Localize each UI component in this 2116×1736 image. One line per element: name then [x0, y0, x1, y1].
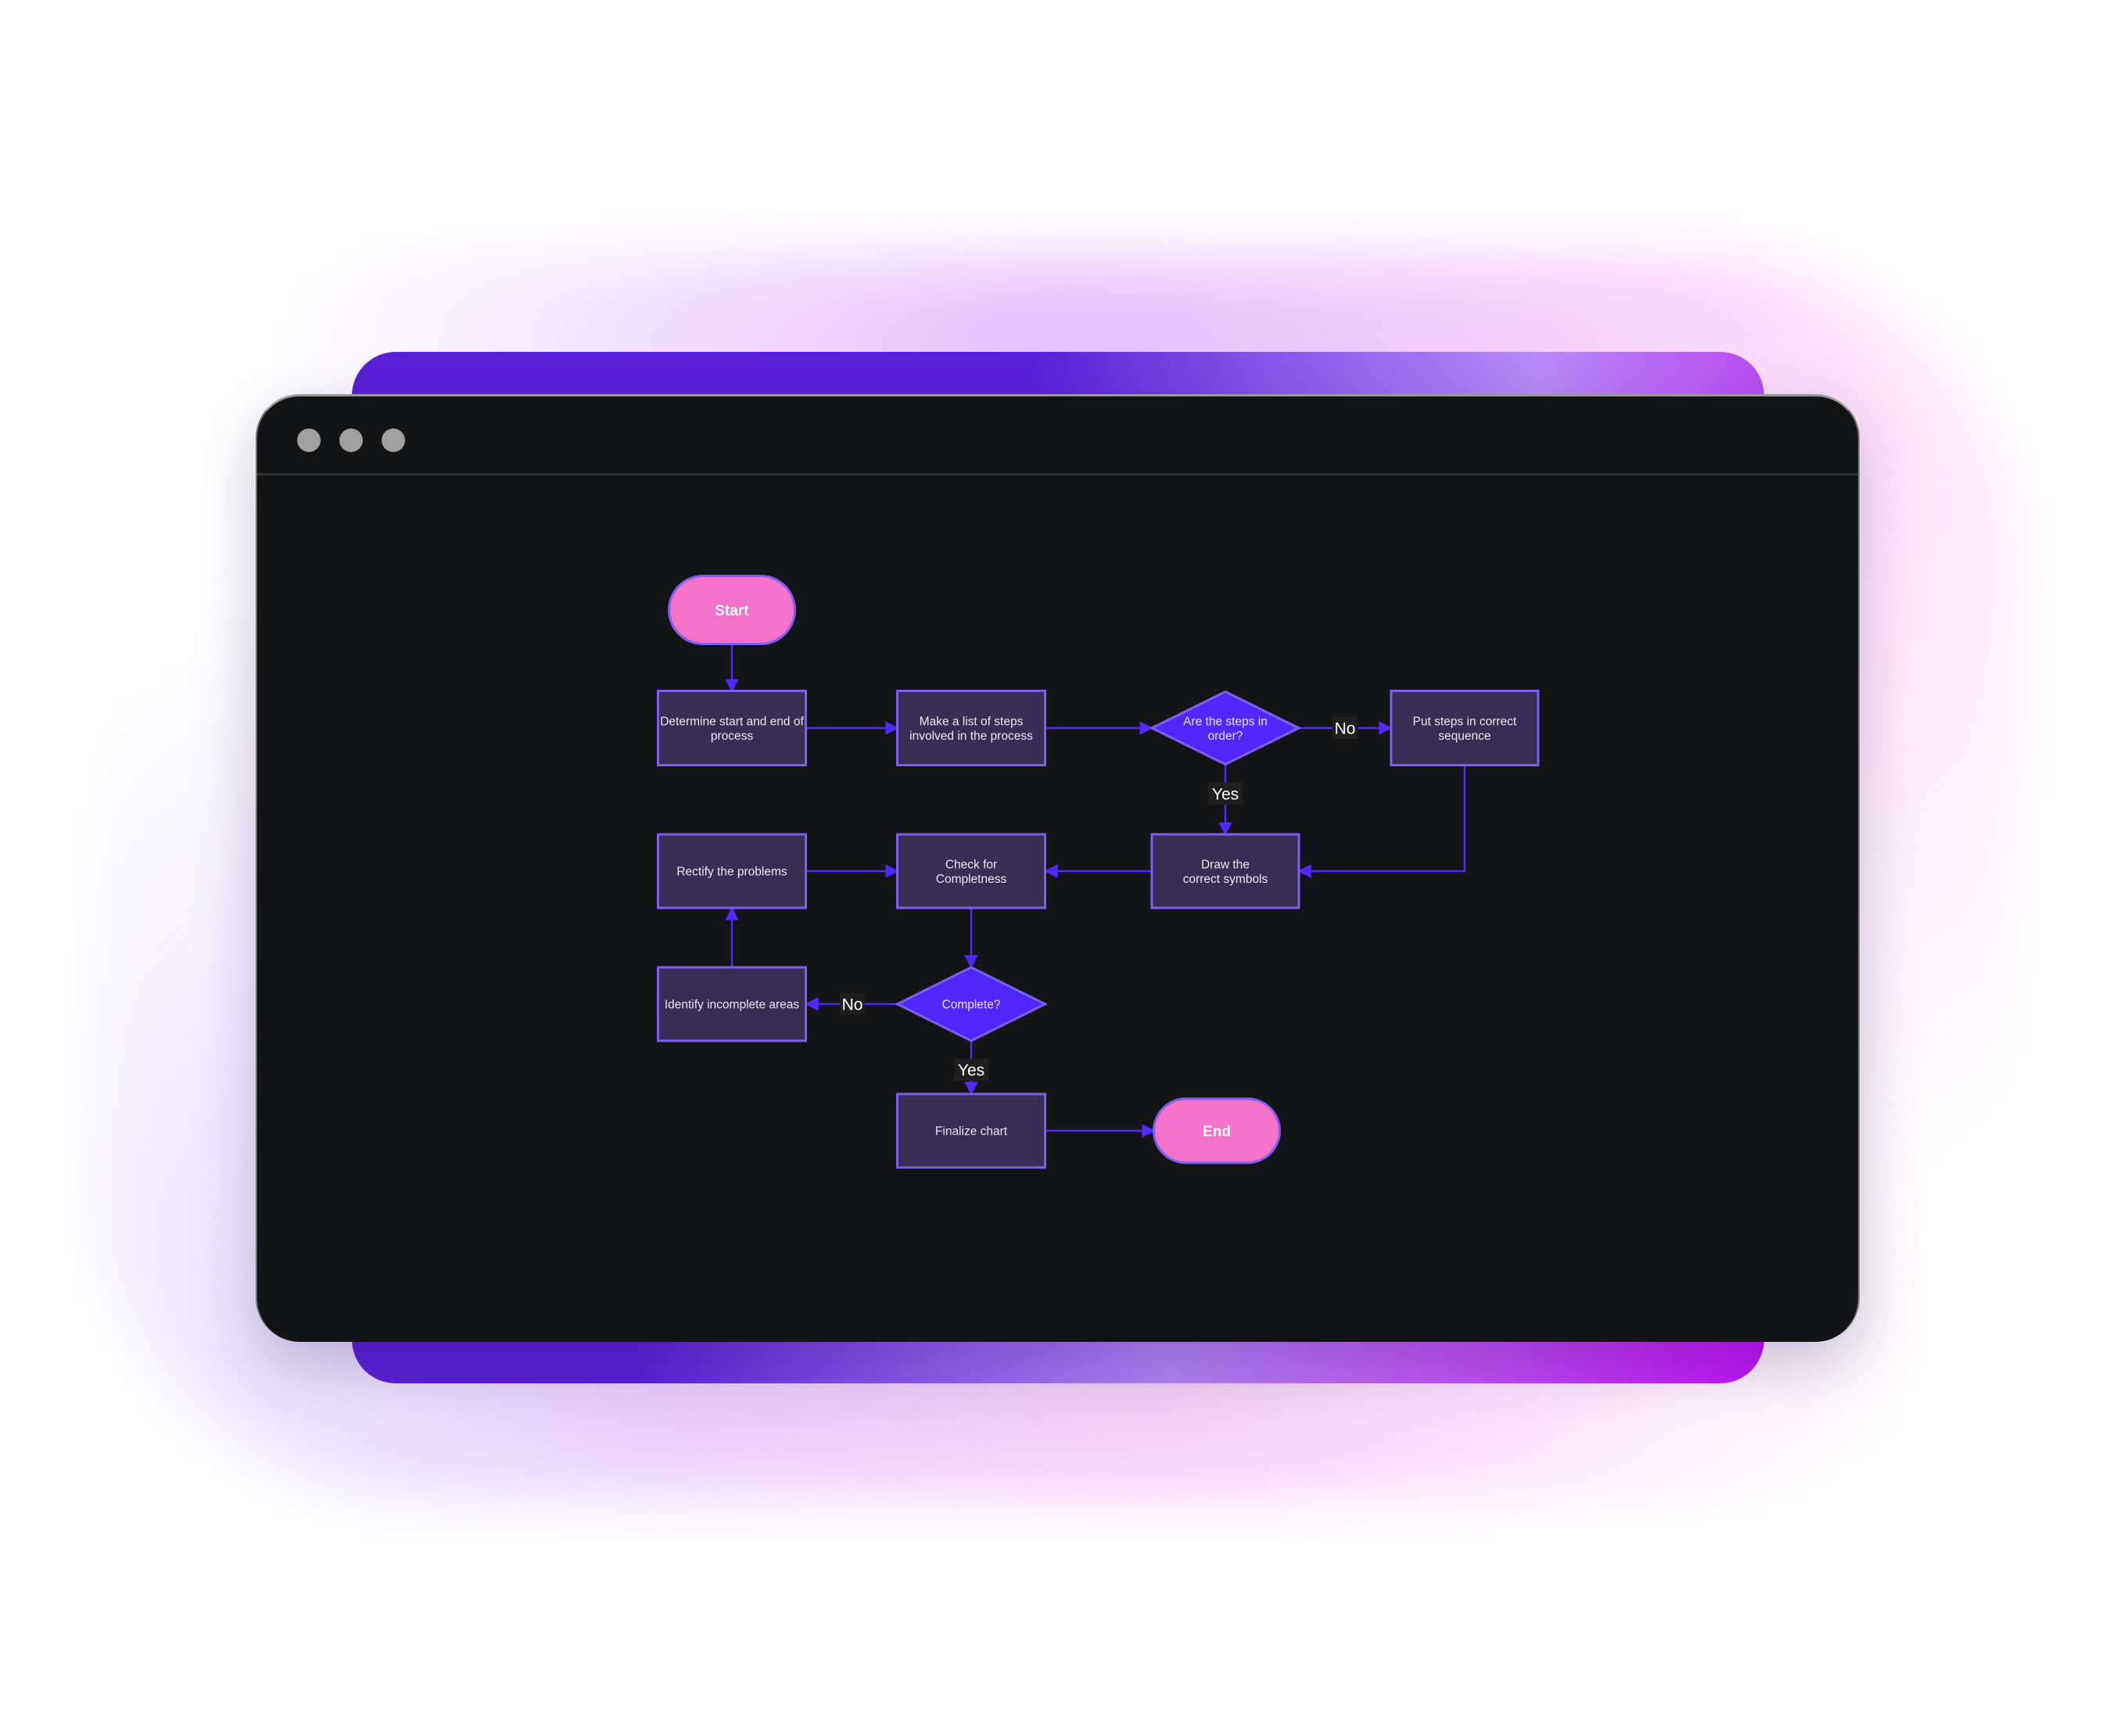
node-label-line: Rectify the problems — [676, 866, 787, 879]
node-label-line: Put steps in correct — [1413, 715, 1517, 728]
node-label-line: process — [711, 730, 754, 743]
node-label-line: Complete? — [942, 999, 1001, 1012]
node-label: Start — [715, 603, 749, 619]
node-label-line: involved in the process — [909, 730, 1033, 743]
node-in-order[interactable]: Are the steps in order? — [1149, 690, 1302, 766]
node-determine[interactable]: Determine start and end of process — [657, 690, 807, 766]
node-put-steps[interactable]: Put steps in correct sequence — [1390, 690, 1540, 766]
edge-label-yes: Yes — [958, 1062, 984, 1080]
node-label-line: Completness — [936, 873, 1007, 886]
node-label-line: order? — [1208, 730, 1243, 743]
node-draw[interactable]: Draw the correct symbols — [1150, 833, 1300, 909]
app-window: Start Determine start and end of process Ma… — [256, 394, 1860, 1342]
node-identify[interactable]: Identify incomplete areas — [657, 966, 807, 1042]
node-complete[interactable]: Complete? — [895, 966, 1048, 1042]
node-label-line: Draw the — [1201, 858, 1250, 871]
edge-label-yes: Yes — [1212, 786, 1239, 804]
node-label-line: Are the steps in — [1183, 715, 1268, 728]
edge-put-steps-to-draw — [1297, 766, 1466, 878]
node-label-line: sequence — [1438, 730, 1490, 743]
node-start[interactable]: Start — [668, 575, 796, 645]
node-label: End — [1203, 1124, 1231, 1140]
node-label-line: Identify incomplete areas — [665, 999, 800, 1012]
edge-label-no: No — [842, 996, 863, 1014]
flowchart-canvas: Start Determine start and end of process Ma… — [657, 575, 1540, 1169]
node-label-line: Check for — [945, 858, 997, 871]
node-label-line: Finalize chart — [935, 1125, 1008, 1139]
node-label-line: correct symbols — [1183, 873, 1268, 886]
edge-label-no: No — [1335, 720, 1356, 738]
node-finalize[interactable]: Finalize chart — [896, 1092, 1046, 1169]
node-label-line: Determine start and end of — [660, 715, 804, 728]
node-rectify[interactable]: Rectify the problems — [657, 833, 807, 909]
node-label-line: Make a list of steps — [920, 715, 1024, 728]
node-check[interactable]: Check for Completness — [896, 833, 1046, 909]
node-end[interactable]: End — [1153, 1097, 1281, 1164]
node-list-steps[interactable]: Make a list of steps involved in the proc… — [896, 690, 1046, 766]
